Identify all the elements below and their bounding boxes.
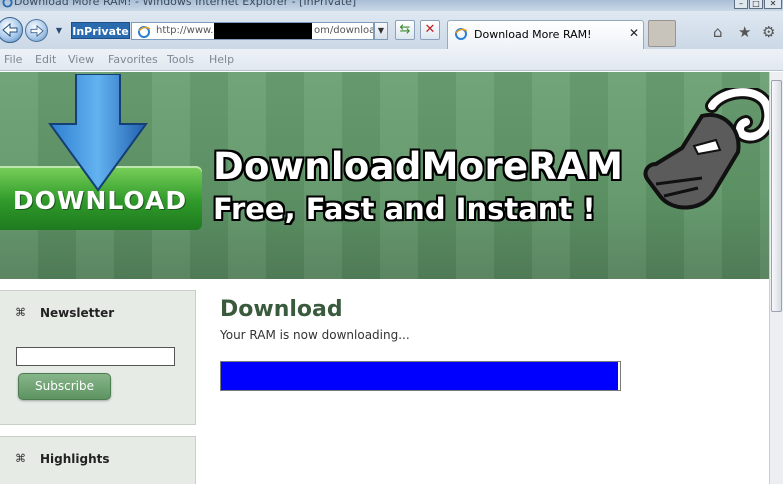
favorites-star-icon[interactable]: ★	[738, 23, 751, 41]
ram-logo	[643, 88, 769, 210]
history-dropdown-icon[interactable]: ▼	[53, 25, 65, 37]
minimize-button[interactable]: –	[734, 0, 748, 9]
window-title: Download More RAM! - Windows Internet Ex…	[14, 0, 357, 8]
home-icon[interactable]: ⌂	[713, 23, 723, 41]
highlights-heading: Highlights	[40, 452, 110, 466]
stop-icon: ✕	[424, 22, 436, 37]
refresh-icon: ⇆	[399, 22, 411, 37]
inprivate-badge: InPrivate	[71, 22, 130, 39]
menu-view[interactable]: View	[68, 53, 94, 66]
gear-icon[interactable]: ⚙	[762, 23, 775, 41]
newsletter-panel: ⌘ Newsletter Subscribe	[0, 290, 196, 425]
banner-tagline: Free, Fast and Instant !	[213, 192, 596, 226]
refresh-button[interactable]: ⇆	[395, 20, 415, 40]
navigation-bar: ▼ InPrivate http://www. om/downloa ▼ ⇆ ✕…	[0, 11, 783, 49]
download-progress-fill	[221, 362, 618, 390]
scrollbar-thumb[interactable]	[771, 80, 782, 312]
ie-page-icon	[138, 26, 151, 38]
subscribe-button[interactable]: Subscribe	[18, 373, 111, 400]
menu-edit[interactable]: Edit	[35, 53, 56, 66]
ie-icon	[2, 0, 13, 8]
newsletter-bullet-icon: ⌘	[15, 306, 26, 319]
page-title: Download	[220, 297, 343, 322]
highlights-panel: ⌘ Highlights	[0, 436, 196, 484]
menu-help[interactable]: Help	[209, 53, 234, 66]
web-page: DOWNLOAD DownloadMoreRAM Free, Fast and …	[0, 72, 769, 484]
menu-bar: File Edit View Favorites Tools Help	[0, 49, 783, 71]
tab-download-more-ram[interactable]: Download More RAM! ✕	[447, 20, 644, 49]
close-window-button[interactable]: ✕	[764, 0, 782, 9]
back-arrow-icon	[2, 23, 18, 37]
window-title-bar: Download More RAM! - Windows Internet Ex…	[0, 0, 783, 11]
download-arrow-icon	[48, 74, 148, 192]
maximize-button[interactable]: □	[749, 0, 763, 9]
highlights-bullet-icon: ⌘	[15, 452, 26, 465]
back-button[interactable]	[0, 17, 23, 43]
forward-button[interactable]	[25, 19, 48, 42]
redacted-url-block	[214, 23, 312, 39]
download-status-text: Your RAM is now downloading...	[220, 328, 410, 342]
menu-favorites[interactable]: Favorites	[108, 53, 158, 66]
menu-tools[interactable]: Tools	[167, 53, 194, 66]
download-progress-bar	[220, 361, 621, 391]
new-tab-button[interactable]	[648, 20, 676, 47]
address-dropdown-button[interactable]: ▼	[374, 22, 388, 40]
newsletter-email-input[interactable]	[16, 347, 175, 366]
forward-arrow-icon	[30, 24, 44, 37]
address-url-prefix: http://www.	[156, 25, 214, 36]
tab-label: Download More RAM!	[474, 28, 592, 41]
ie-tab-icon	[455, 28, 468, 40]
site-banner: DOWNLOAD DownloadMoreRAM Free, Fast and …	[0, 72, 769, 279]
address-url-suffix: om/downloa	[314, 25, 374, 36]
tab-close-icon[interactable]: ✕	[629, 26, 639, 40]
banner-title: DownloadMoreRAM	[213, 145, 624, 188]
vertical-scrollbar[interactable]	[769, 72, 783, 484]
menu-file[interactable]: File	[4, 53, 22, 66]
stop-button[interactable]: ✕	[420, 20, 440, 40]
address-bar[interactable]: http://www. om/downloa	[131, 22, 374, 40]
download-word: DOWNLOAD	[12, 186, 188, 215]
newsletter-heading: Newsletter	[40, 306, 115, 320]
